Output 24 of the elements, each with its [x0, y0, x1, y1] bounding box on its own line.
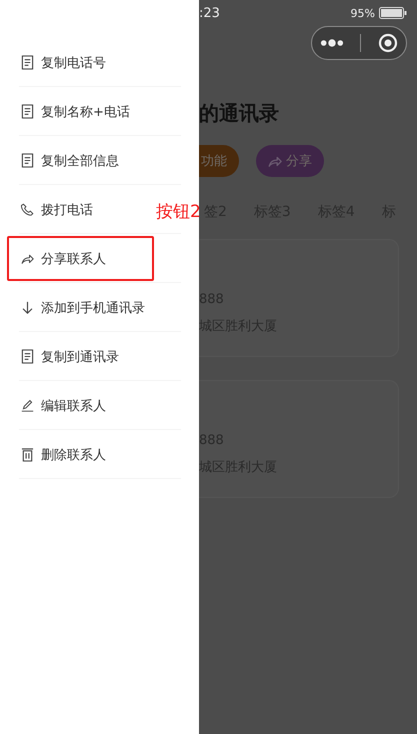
document-icon	[21, 349, 34, 364]
more-icon[interactable]	[320, 38, 344, 48]
share-icon	[268, 154, 282, 168]
down-arrow-icon	[21, 300, 34, 315]
menu-item[interactable]: 编辑联系人	[7, 383, 154, 428]
menu-item[interactable]: 添加到手机通讯录	[7, 285, 154, 330]
menu-item[interactable]: 删除联系人	[7, 432, 154, 477]
page-title: 的通讯录	[199, 100, 280, 127]
menu-item[interactable]: 复制到通讯录	[7, 334, 154, 379]
pencil-icon	[21, 398, 34, 413]
close-icon[interactable]	[378, 33, 398, 53]
menu-item[interactable]: 分享联系人	[7, 236, 154, 281]
document-icon	[21, 153, 34, 168]
status-time: :23	[199, 6, 220, 20]
menu-item[interactable]: 复制名称+电话	[7, 89, 154, 134]
trash-icon	[21, 447, 34, 462]
menu-item[interactable]: 复制电话号	[7, 40, 154, 85]
phone-icon	[21, 202, 34, 217]
battery-icon	[379, 7, 407, 19]
battery-level: 95%	[350, 6, 375, 20]
menu-item[interactable]: 复制全部信息	[7, 138, 154, 183]
menu-item[interactable]: 拨打电话	[7, 187, 154, 232]
document-icon	[21, 55, 34, 70]
document-icon	[21, 104, 34, 119]
